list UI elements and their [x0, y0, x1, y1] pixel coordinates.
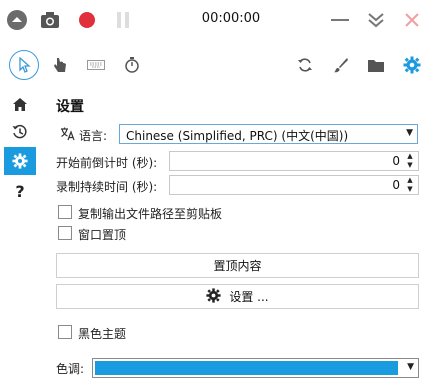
chevron-up-circle-icon[interactable]	[5, 8, 29, 32]
settings-gear-icon[interactable]	[4, 147, 36, 175]
countdown-label: 开始前倒计时 (秒):	[56, 156, 158, 170]
brush-icon[interactable]	[326, 50, 356, 80]
pause-icon[interactable]	[111, 8, 135, 32]
copy-path-label: 复制输出文件路径至剪贴板	[78, 207, 223, 221]
pointer-icon[interactable]	[9, 50, 39, 80]
topmost-content-label: 置顶内容	[213, 259, 262, 273]
topmost-content-button[interactable]: 置顶内容	[56, 253, 419, 278]
folder-icon[interactable]	[361, 50, 391, 80]
language-select[interactable]: Chinese (Simplified, PRC) (中文(中国)) ▼	[119, 124, 418, 144]
translate-icon	[60, 126, 75, 144]
camera-icon[interactable]	[38, 8, 62, 32]
title-bar: 00:00:00	[0, 0, 433, 40]
stopwatch-icon[interactable]	[117, 50, 147, 80]
accent-color-swatch	[95, 361, 398, 375]
collapse-icon[interactable]	[364, 8, 388, 32]
accent-color-select[interactable]: ▼	[92, 358, 419, 378]
sidebar: ?	[0, 88, 40, 385]
settings-button-label: 设置 ...	[229, 290, 269, 304]
refresh-icon[interactable]	[290, 50, 320, 80]
keyboard-icon[interactable]	[81, 50, 111, 80]
copy-path-checkbox[interactable]	[58, 205, 72, 219]
topmost-label: 窗口置顶	[78, 228, 127, 242]
gear-icon[interactable]	[397, 50, 427, 80]
history-icon[interactable]	[4, 118, 36, 146]
countdown-input[interactable]: 0 ▲ ▼	[169, 151, 419, 171]
timer-display: 00:00:00	[201, 11, 261, 26]
record-icon[interactable]	[75, 8, 99, 32]
dark-theme-label: 黑色主题	[78, 327, 127, 341]
accent-label: 色调:	[56, 362, 85, 376]
duration-stepper[interactable]: ▲ ▼	[404, 176, 416, 194]
language-value: Chinese (Simplified, PRC) (中文(中国))	[126, 129, 349, 143]
gear-icon	[206, 287, 221, 306]
topmost-checkbox[interactable]	[58, 226, 72, 240]
countdown-value: 0	[392, 154, 400, 168]
home-icon[interactable]	[4, 90, 36, 118]
language-label: 语言:	[79, 129, 108, 143]
hand-icon[interactable]	[45, 50, 75, 80]
toolbar	[0, 46, 433, 84]
dark-theme-checkbox[interactable]	[58, 325, 72, 339]
duration-value: 0	[392, 178, 400, 192]
settings-button[interactable]: 设置 ...	[56, 284, 419, 309]
minimize-icon[interactable]	[328, 8, 352, 32]
close-icon[interactable]	[400, 8, 424, 32]
settings-panel: 设置 语言: Chinese (Simplified, PRC) (中文(中国)…	[48, 88, 433, 385]
chevron-down-icon: ▼	[406, 128, 413, 138]
chevron-down-icon: ▼	[407, 362, 414, 372]
duration-input[interactable]: 0 ▲ ▼	[169, 175, 419, 195]
help-icon[interactable]: ?	[4, 177, 36, 205]
page-title: 设置	[56, 99, 84, 115]
countdown-stepper[interactable]: ▲ ▼	[404, 152, 416, 170]
duration-label: 录制持续时间 (秒):	[56, 180, 158, 194]
